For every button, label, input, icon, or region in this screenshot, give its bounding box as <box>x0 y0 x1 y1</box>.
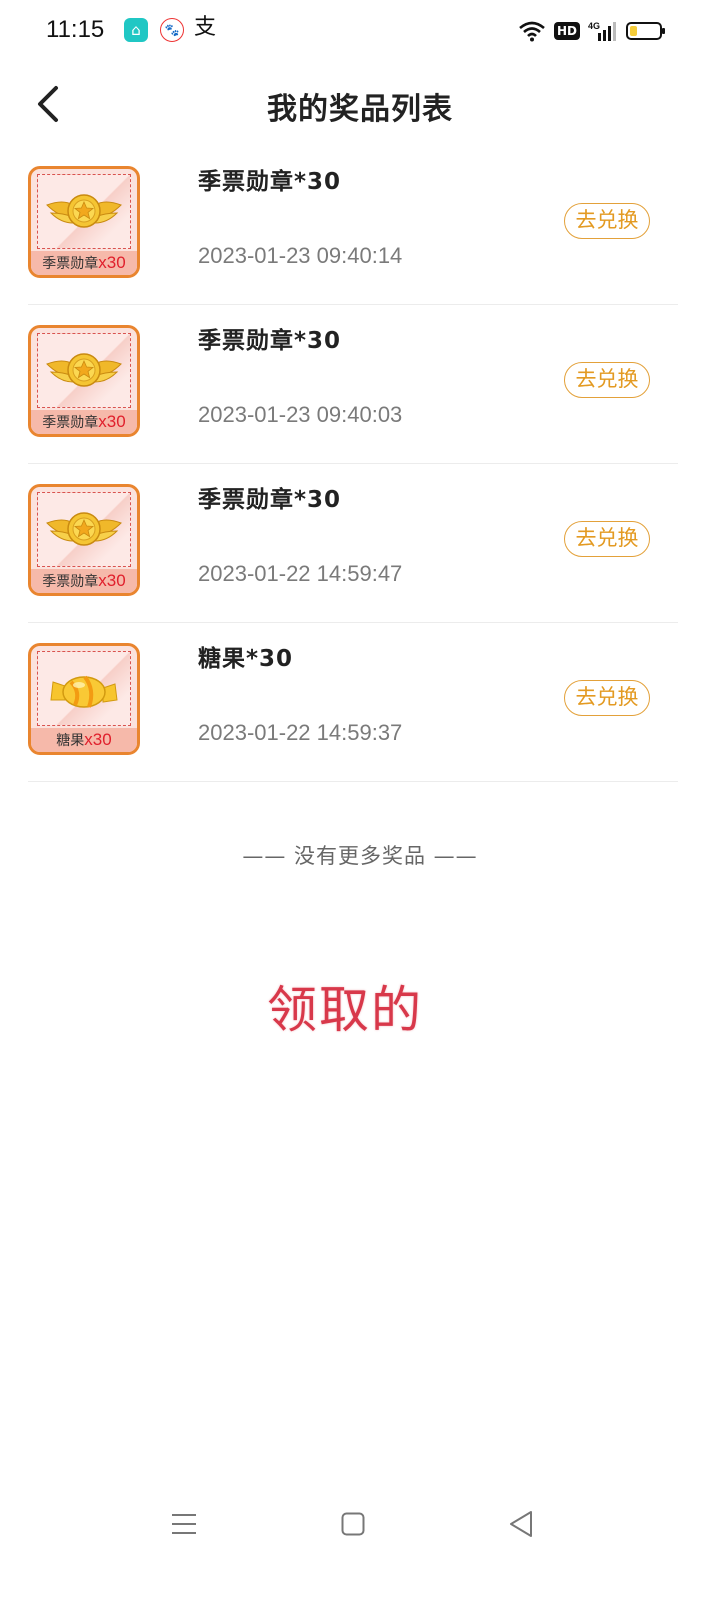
menu-icon[interactable] <box>171 1512 197 1536</box>
prize-name: 季票勋章*30 <box>198 169 342 195</box>
candy-icon <box>50 675 118 708</box>
thumb-caption: 季票勋章x30 <box>31 251 137 275</box>
prize-thumbnail: 糖果x30 <box>28 643 140 755</box>
prize-row: 季票勋章x30 季票勋章*30 2023-01-23 09:40:03 去兑换 <box>28 305 678 464</box>
page-title: 我的奖品列表 <box>267 92 453 127</box>
prize-thumbnail: 季票勋章x30 <box>28 325 140 437</box>
prize-row: 季票勋章x30 季票勋章*30 2023-01-22 14:59:47 去兑换 <box>28 464 678 623</box>
home-square-icon[interactable] <box>341 1512 365 1536</box>
no-more-prizes-note: —— 没有更多奖品 —— <box>242 844 478 868</box>
prize-time: 2023-01-22 14:59:47 <box>198 561 403 586</box>
thumb-qty: x30 <box>98 412 126 431</box>
status-bar: 11:15 ⌂ 🐾 支 HD 4G <box>0 0 720 64</box>
battery-icon <box>626 22 665 40</box>
wifi-icon <box>519 21 545 42</box>
app-home-icon: ⌂ <box>124 18 148 42</box>
thumb-qty: x30 <box>98 253 126 272</box>
thumb-label: 糖果 <box>56 733 85 749</box>
thumb-caption: 糖果x30 <box>31 728 137 752</box>
candy-icon <box>50 675 118 708</box>
winged-star-badge-icon <box>46 353 122 387</box>
winged-star-badge-icon <box>46 353 122 387</box>
alipay-icon: 支 <box>193 15 216 40</box>
app-header: 我的奖品列表 <box>0 64 720 144</box>
hd-icon: HD <box>553 22 580 40</box>
back-triangle-icon[interactable] <box>508 1510 534 1538</box>
prize-name: 季票勋章*30 <box>198 487 342 513</box>
winged-star-badge-icon <box>46 512 122 546</box>
prize-thumbnail: 季票勋章x30 <box>28 166 140 278</box>
prize-time: 2023-01-23 09:40:03 <box>198 402 403 427</box>
prize-name: 糖果*30 <box>198 646 294 672</box>
winged-star-badge-icon <box>46 512 122 546</box>
system-nav-bar <box>0 1500 720 1550</box>
redeem-button[interactable]: 去兑换 <box>564 521 650 557</box>
thumb-caption: 季票勋章x30 <box>31 569 137 593</box>
redeem-button[interactable]: 去兑换 <box>564 680 650 716</box>
network-label: 4G <box>588 21 600 31</box>
prize-time: 2023-01-22 14:59:37 <box>198 720 403 745</box>
redeem-button[interactable]: 去兑换 <box>564 362 650 398</box>
overlay-caption: 领取的 <box>267 981 423 1039</box>
thumb-qty: x30 <box>98 571 126 590</box>
prize-thumbnail: 季票勋章x30 <box>28 484 140 596</box>
prize-row: 糖果x30 糖果*30 2023-01-22 14:59:37 去兑换 <box>28 623 678 782</box>
winged-star-badge-icon <box>46 194 122 228</box>
prize-name: 季票勋章*30 <box>198 328 342 354</box>
prize-row: 季票勋章x30 季票勋章*30 2023-01-23 09:40:14 去兑换 <box>28 146 678 305</box>
prize-list: 季票勋章x30 季票勋章*30 2023-01-23 09:40:14 去兑换 … <box>28 146 678 782</box>
thumb-caption: 季票勋章x30 <box>31 410 137 434</box>
thumb-qty: x30 <box>84 730 112 749</box>
baidu-app-icon: 🐾 <box>160 18 184 42</box>
signal-icon: 4G <box>588 21 616 41</box>
status-time: 11:15 <box>46 16 105 43</box>
prize-time: 2023-01-23 09:40:14 <box>198 243 403 268</box>
winged-star-badge-icon <box>46 194 122 228</box>
thumb-label: 季票勋章 <box>42 415 99 431</box>
status-icons: HD 4G <box>518 16 665 46</box>
thumb-label: 季票勋章 <box>42 256 99 272</box>
thumb-label: 季票勋章 <box>42 574 99 590</box>
battery-fill <box>630 26 637 36</box>
redeem-button[interactable]: 去兑换 <box>564 203 650 239</box>
